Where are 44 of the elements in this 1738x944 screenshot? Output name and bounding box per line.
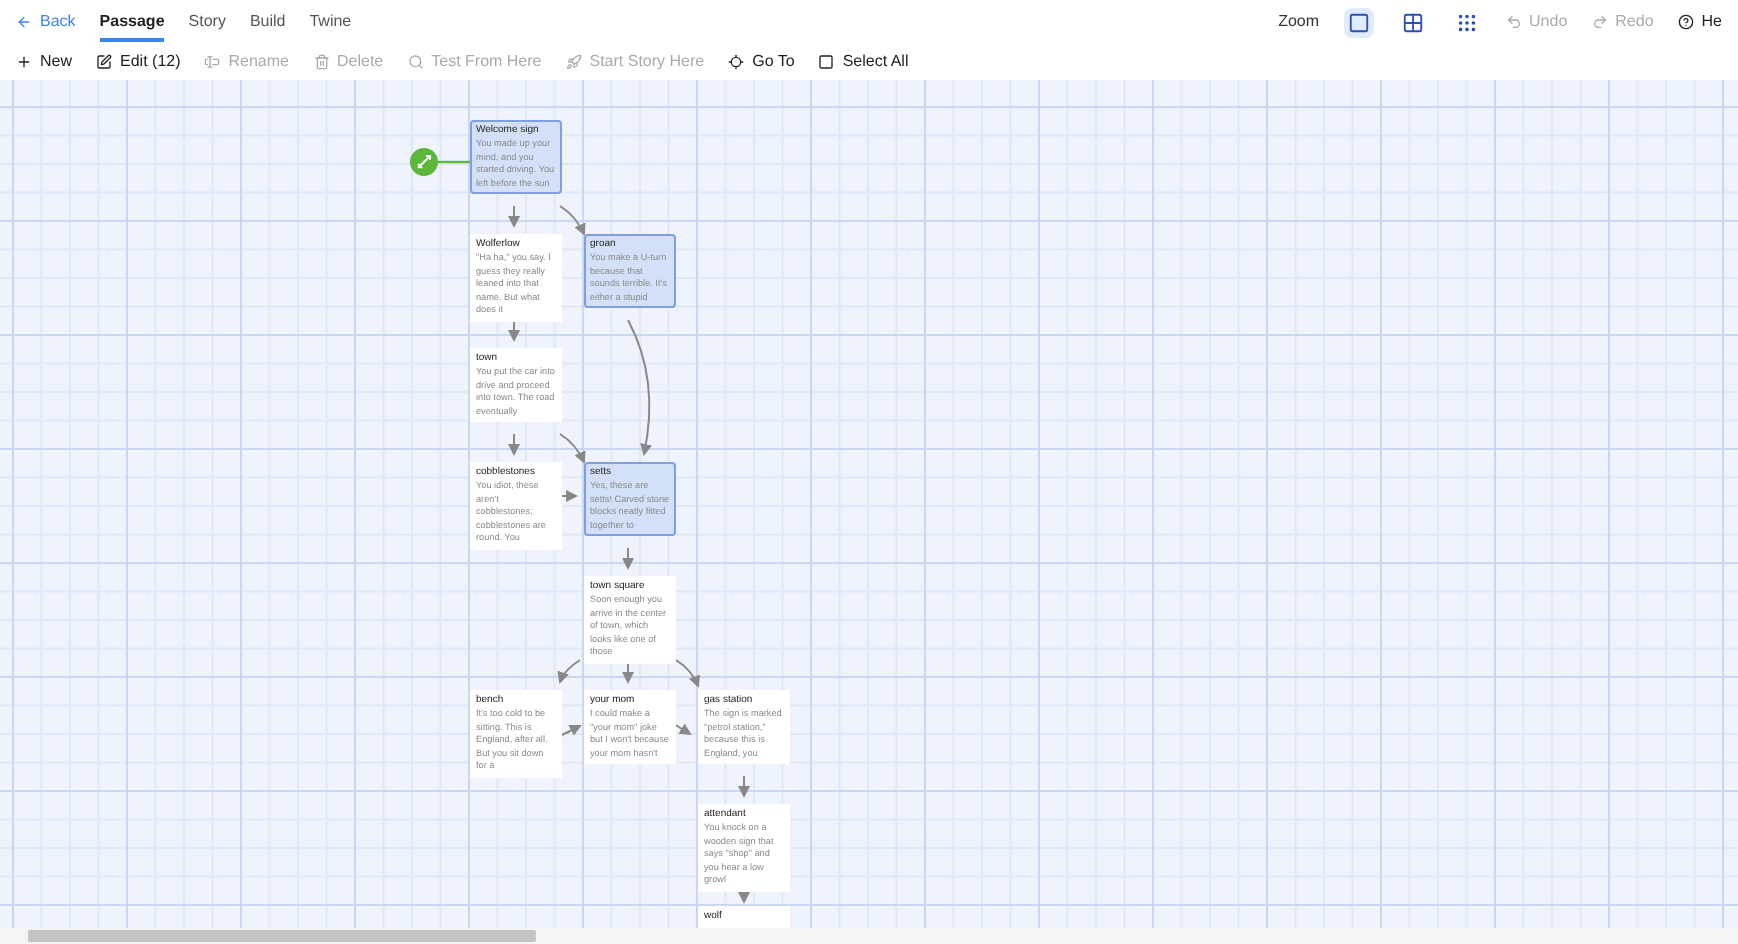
redo-icon [1591, 14, 1608, 30]
back-button[interactable]: Back [16, 10, 76, 34]
menu-tab[interactable]: Story [188, 3, 226, 41]
pencil-square-icon [96, 54, 113, 70]
text-cursor-icon [204, 54, 221, 70]
horizontal-scrollbar[interactable] [0, 928, 1738, 944]
toolbar-button[interactable]: Select All [818, 50, 909, 74]
link-arrow [738, 775, 750, 798]
square-icon [818, 54, 835, 70]
help-icon [1677, 14, 1694, 30]
link-arrow [508, 205, 520, 228]
dots-grid-icon [1455, 11, 1478, 33]
link-arrow [559, 725, 582, 737]
trash-icon [313, 54, 329, 70]
link-arrow [559, 490, 578, 502]
start-connector [438, 160, 470, 164]
toolbar-button[interactable]: Edit (12) [96, 50, 181, 74]
zoom-label: Zoom [1278, 10, 1320, 34]
menu-tab[interactable]: Build [249, 3, 286, 41]
back-arrow-icon [16, 14, 32, 30]
toolbar-button[interactable]: New [16, 50, 73, 74]
scrollbar-thumb[interactable] [28, 930, 536, 942]
undo-icon [1505, 14, 1522, 30]
link-arrow [557, 659, 581, 684]
link-arrow [508, 319, 520, 342]
menu-tab[interactable]: Passage [99, 3, 165, 41]
link-arrow [673, 723, 692, 736]
link-arrow [559, 433, 586, 464]
plus-icon [16, 54, 32, 70]
square-icon [1347, 11, 1370, 33]
zoom-button[interactable] [1343, 7, 1374, 37]
help-button[interactable]: He [1677, 10, 1722, 34]
link-arrow [675, 659, 700, 688]
link-arrow [627, 319, 652, 456]
link-arrow [622, 661, 634, 684]
target-icon [728, 54, 745, 70]
toolbar-button[interactable]: Go To [728, 50, 795, 74]
magnifier-icon [407, 54, 424, 70]
link-arrow [508, 433, 520, 456]
rocket-icon [565, 54, 582, 70]
menu-tab[interactable]: Twine [309, 3, 352, 41]
four-squares-icon [1401, 11, 1424, 33]
link-arrow [559, 205, 586, 236]
link-arrow [622, 547, 634, 570]
